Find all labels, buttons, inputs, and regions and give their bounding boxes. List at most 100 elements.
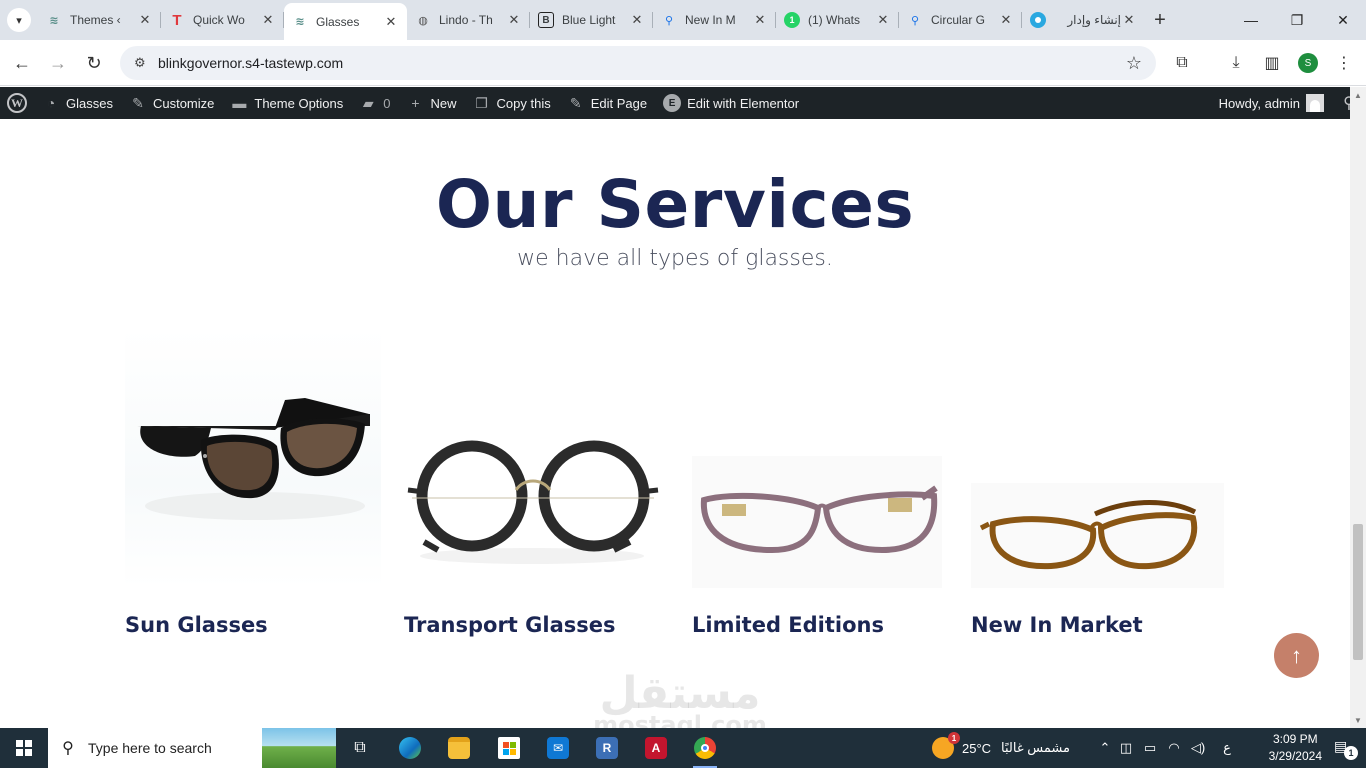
reload-button[interactable]: ↻ <box>76 45 112 81</box>
back-button[interactable]: ← <box>4 45 40 81</box>
battery-icon[interactable]: ▭ <box>1138 740 1162 756</box>
scroll-up-arrow-icon[interactable]: ▲ <box>1350 87 1366 103</box>
circle-logo-icon <box>1030 12 1046 28</box>
comments-link[interactable]: ▰ 0 <box>351 87 398 119</box>
weather-description: مشمس غالبًا <box>1001 740 1070 755</box>
volume-icon[interactable]: ◁) <box>1186 740 1210 756</box>
notification-center-icon[interactable]: ▤ 1 <box>1334 738 1358 760</box>
forward-button[interactable]: → <box>40 45 76 81</box>
tab-title: إنشاء وإدار <box>1067 13 1121 27</box>
new-content-menu[interactable]: + New <box>399 87 465 119</box>
whatsapp-icon: 1 <box>784 12 800 28</box>
site-name-menu[interactable]: ◔ Glasses <box>34 87 121 119</box>
bookmark-star-icon[interactable]: ☆ <box>1126 53 1142 74</box>
customize-link[interactable]: ✎ Customize <box>121 87 222 119</box>
service-name[interactable]: Sun Glasses <box>125 613 268 637</box>
close-icon[interactable]: ✕ <box>260 12 276 28</box>
copy-this-link[interactable]: ❐ Copy this <box>465 87 559 119</box>
comments-count: 0 <box>383 95 391 111</box>
search-icon: ⚲ <box>62 740 74 757</box>
browser-tab[interactable]: B Blue Light ✕ <box>530 3 653 37</box>
my-account-menu[interactable]: Howdy, admin <box>1211 87 1332 119</box>
chevron-up-icon[interactable]: ⌃ <box>1096 740 1114 756</box>
browser-tab[interactable]: ≋ Themes ‹ ✕ <box>38 3 161 37</box>
dashboard-icon: ◔ <box>46 95 56 111</box>
edge-icon[interactable] <box>390 732 430 764</box>
scroll-down-arrow-icon[interactable]: ▼ <box>1350 712 1366 728</box>
service-name[interactable]: Limited Editions <box>692 613 884 637</box>
minimize-button[interactable]: — <box>1228 0 1274 40</box>
theme-options-label: Theme Options <box>254 95 344 111</box>
browser-tab[interactable]: إنشاء وإدار ✕ <box>1022 3 1145 37</box>
notification-count-badge: 1 <box>1344 746 1358 760</box>
site-name-label: Glasses <box>66 95 113 111</box>
extensions-icon[interactable]: ⧉ <box>1164 45 1200 81</box>
edit-page-link[interactable]: ✎ Edit Page <box>559 87 655 119</box>
service-name[interactable]: Transport Glasses <box>404 613 616 637</box>
browser-menu-icon[interactable]: ⋮ <box>1326 45 1362 81</box>
limited-glasses-image[interactable] <box>692 328 948 588</box>
close-icon[interactable]: ✕ <box>998 12 1014 28</box>
service-name[interactable]: New In Market <box>971 613 1143 637</box>
download-icon[interactable]: ⤓ <box>1218 45 1254 81</box>
side-panel-icon[interactable]: ▥ <box>1254 45 1290 81</box>
elementor-icon: E <box>663 94 682 112</box>
url-text[interactable]: blinkgovernor.s4-tastewp.com <box>158 55 343 71</box>
new-tab-button[interactable]: + <box>1145 3 1175 37</box>
tab-search-button[interactable]: ▾ <box>0 0 38 40</box>
service-card[interactable]: Limited Editions <box>692 328 948 637</box>
close-icon[interactable]: ✕ <box>629 12 645 28</box>
close-icon[interactable]: ✕ <box>875 12 891 28</box>
service-card[interactable]: New In Market <box>971 328 1227 637</box>
browser-tab[interactable]: ⚲ New In M ✕ <box>653 3 776 37</box>
avatar <box>1306 94 1324 112</box>
taskbar-search-box[interactable]: ⚲ Type here to search <box>48 728 336 768</box>
system-tray: ⌃ ◫ ▭ ◠ ◁) ع <box>1096 728 1238 768</box>
task-view-icon[interactable]: ⧉ <box>340 732 380 764</box>
globe-icon: ◍ <box>418 14 428 27</box>
microsoft-store-icon[interactable] <box>489 732 529 764</box>
scroll-to-top-button[interactable]: ↑ <box>1274 633 1319 678</box>
clock[interactable]: 3:09 PM 3/29/2024 <box>1269 731 1322 765</box>
address-bar[interactable]: ⚙ blinkgovernor.s4-tastewp.com ☆ <box>120 46 1156 80</box>
tab-title: Quick Wo <box>193 13 245 27</box>
window-close-button[interactable]: ✕ <box>1320 0 1366 40</box>
browser-tab[interactable]: 1 (1) Whats ✕ <box>776 3 899 37</box>
camera-icon[interactable]: ◫ <box>1114 740 1138 756</box>
t-logo-icon: T <box>172 11 182 29</box>
scrollbar-thumb[interactable] <box>1353 524 1363 660</box>
new-glasses-image[interactable] <box>971 328 1227 588</box>
sunglasses-image[interactable] <box>125 328 381 588</box>
language-indicator[interactable]: ع <box>1216 740 1238 756</box>
file-explorer-icon[interactable] <box>439 732 479 764</box>
start-button[interactable] <box>0 728 48 768</box>
page-scrollbar[interactable]: ▲ ▼ <box>1350 87 1366 728</box>
browser-tab[interactable]: ⚲ Circular G ✕ <box>899 3 1022 37</box>
search-highlight-image <box>262 728 336 768</box>
close-icon[interactable]: ✕ <box>137 12 153 28</box>
wordpress-logo-button[interactable]: W <box>0 87 34 119</box>
mail-icon[interactable]: ✉ <box>538 732 578 764</box>
browser-tab-active[interactable]: ≋ Glasses ✕ <box>284 3 407 40</box>
close-icon[interactable]: ✕ <box>752 12 768 28</box>
round-glasses-image[interactable] <box>404 328 660 588</box>
wifi-icon[interactable]: ◠ <box>1162 740 1186 756</box>
watermark: مستقل mostaql.com <box>560 669 800 729</box>
service-card[interactable]: Transport Glasses <box>404 328 660 637</box>
service-card[interactable]: Sun Glasses <box>125 328 381 637</box>
close-icon[interactable]: ✕ <box>1121 12 1137 28</box>
browser-tab[interactable]: T Quick Wo ✕ <box>161 3 284 37</box>
edit-with-elementor-link[interactable]: E Edit with Elementor <box>655 87 807 119</box>
profile-button[interactable]: S <box>1290 45 1326 81</box>
close-icon[interactable]: ✕ <box>383 14 399 30</box>
theme-options-link[interactable]: ▬ Theme Options <box>222 87 351 119</box>
browser-tab[interactable]: ◍ Lindo - Th ✕ <box>407 3 530 37</box>
weather-widget[interactable]: 1 25°C مشمس غالبًا <box>932 728 1070 768</box>
restore-button[interactable]: ❐ <box>1274 0 1320 40</box>
autocad-icon[interactable]: A <box>636 732 676 764</box>
revit-icon[interactable]: R <box>587 732 627 764</box>
tab-title: Blue Light <box>562 13 616 27</box>
chrome-icon[interactable] <box>685 732 725 768</box>
site-info-icon[interactable]: ⚙ <box>134 55 156 71</box>
close-icon[interactable]: ✕ <box>506 12 522 28</box>
